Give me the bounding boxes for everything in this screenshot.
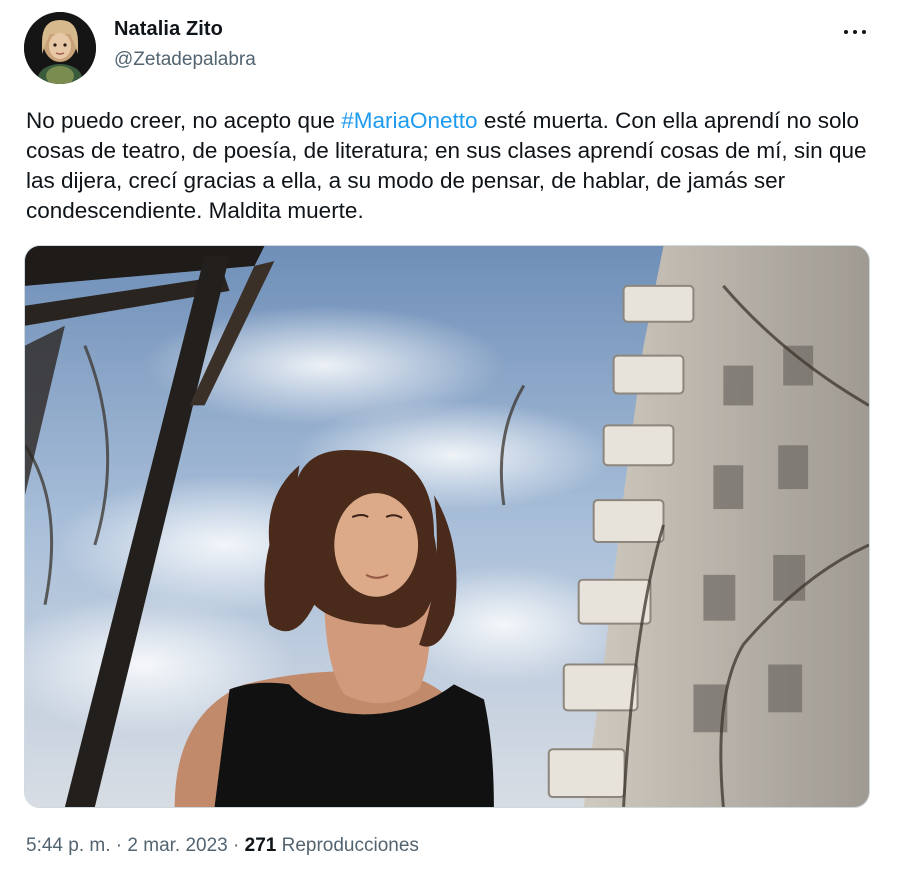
views-link[interactable]: 271 Reproducciones — [245, 835, 419, 856]
display-name[interactable]: Natalia Zito — [114, 18, 223, 41]
tweet-text: No puedo creer, no acepto que #MariaOnet… — [26, 106, 876, 226]
tweet-text-start: No puedo creer, no acepto que — [26, 108, 342, 133]
more-horizontal-icon — [844, 30, 848, 34]
more-options-button[interactable] — [836, 20, 874, 44]
separator: · — [110, 835, 128, 856]
tweet-photo[interactable] — [24, 245, 870, 808]
more-dot — [862, 30, 866, 34]
views-count: 271 — [244, 835, 277, 856]
avatar[interactable] — [24, 12, 96, 84]
user-handle[interactable]: @Zetadepalabra — [114, 49, 256, 71]
views-label: Reproducciones — [281, 835, 419, 856]
tweet: Natalia Zito @Zetadepalabra No puedo cre… — [0, 0, 900, 878]
tweet-time: 5:44 p. m. — [26, 835, 111, 856]
separator: · — [227, 835, 245, 856]
tweet-metadata: 5:44 p. m. · 2 mar. 2023 · 271 Reproducc… — [26, 835, 419, 857]
more-dot — [853, 30, 857, 34]
tweet-date: 2 mar. 2023 — [127, 835, 228, 856]
photo-woman-eyes-closed-sky-building-icon — [25, 246, 869, 807]
hashtag-link[interactable]: #MariaOnetto — [341, 108, 477, 133]
tweet-timestamp[interactable]: 5:44 p. m. · 2 mar. 2023 — [26, 835, 228, 856]
user-avatar-photo-icon — [24, 12, 96, 84]
